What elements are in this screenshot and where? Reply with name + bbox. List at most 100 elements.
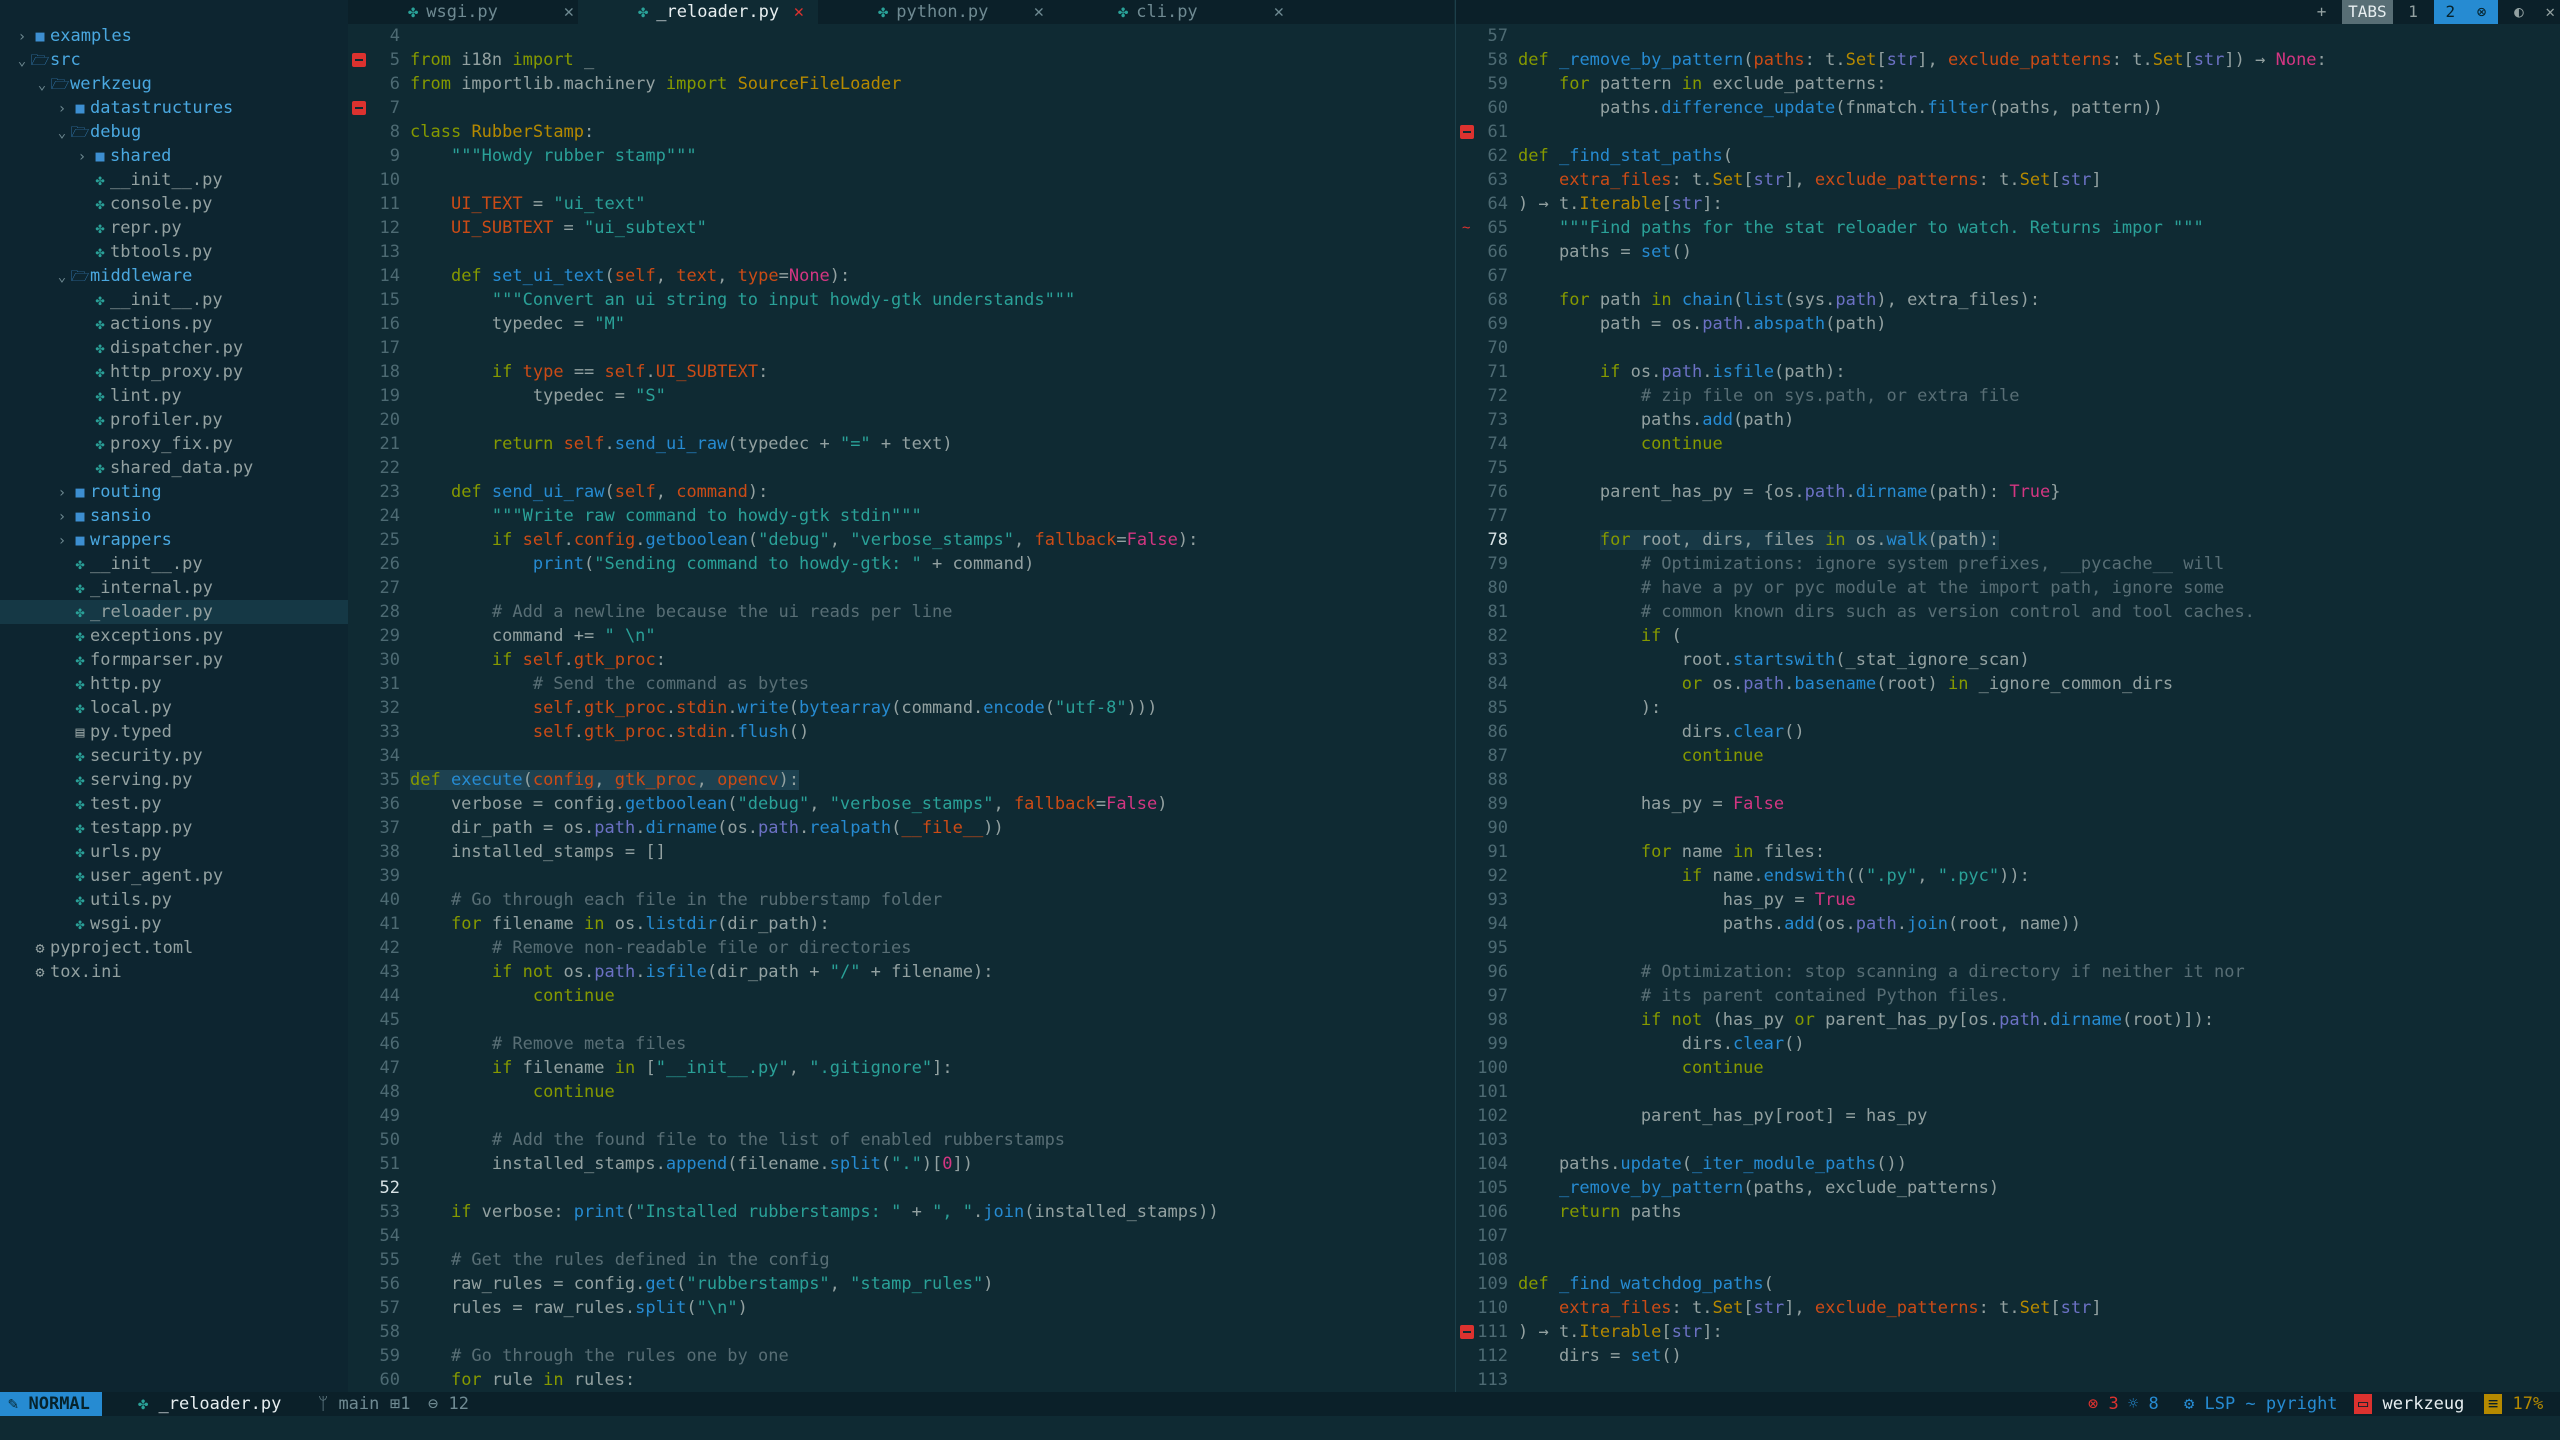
code-line[interactable]: 57 (1456, 24, 2560, 48)
code-line[interactable]: 55 # Get the rules defined in the config (348, 1248, 1454, 1272)
code-line[interactable]: 106 return paths (1456, 1200, 2560, 1224)
close-icon[interactable]: ✕ (2539, 0, 2560, 24)
code-line[interactable]: 71 if os.path.isfile(path): (1456, 360, 2560, 384)
code-line[interactable]: 72 # zip file on sys.path, or extra file (1456, 384, 2560, 408)
code-line[interactable]: 24 """Write raw command to howdy-gtk std… (348, 504, 1454, 528)
tab-python-py[interactable]: ✤ python.py ✕ (818, 0, 1058, 24)
code-line[interactable]: 82 if ( (1456, 624, 2560, 648)
code-line[interactable]: 40 # Go through each file in the rubbers… (348, 888, 1454, 912)
code-line[interactable]: 63 extra_files: t.Set[str], exclude_patt… (1456, 168, 2560, 192)
code-line[interactable]: 88 (1456, 768, 2560, 792)
tree-file[interactable]: ✤ shared_data.py (0, 456, 348, 480)
tree-file[interactable]: ✤ serving.py (0, 768, 348, 792)
tree-file[interactable]: ✤ profiler.py (0, 408, 348, 432)
tree-file[interactable]: ✤ testapp.py (0, 816, 348, 840)
tree-folder[interactable]: › ■ wrappers (0, 528, 348, 552)
code-line[interactable]: 85 ): (1456, 696, 2560, 720)
code-line[interactable]: 51 installed_stamps.append(filename.spli… (348, 1152, 1454, 1176)
code-line[interactable]: 38 installed_stamps = [] (348, 840, 1454, 864)
code-line[interactable]: 107 (1456, 1224, 2560, 1248)
tree-folder[interactable]: ⌄ 🗁src (0, 48, 348, 72)
tree-file[interactable]: ✤ exceptions.py (0, 624, 348, 648)
code-line[interactable]: 91 for name in files: (1456, 840, 2560, 864)
tree-file[interactable]: ⚙ pyproject.toml (0, 936, 348, 960)
code-line[interactable]: 52 (348, 1176, 1454, 1200)
code-line[interactable]: 22 (348, 456, 1454, 480)
tree-file[interactable]: ✤ tbtools.py (0, 240, 348, 264)
tab-number-2[interactable]: 2 ⊗ (2433, 0, 2499, 24)
code-line[interactable]: 60 for rule in rules: (348, 1368, 1454, 1392)
tree-folder[interactable]: ⌄ 🗁werkzeug (0, 72, 348, 96)
code-line[interactable]: 46 # Remove meta files (348, 1032, 1454, 1056)
code-line[interactable]: 35 def execute(config, gtk_proc, opencv): (348, 768, 1454, 792)
tree-file[interactable]: ✤ http.py (0, 672, 348, 696)
code-line[interactable]: 25 if self.config.getboolean("debug", "v… (348, 528, 1454, 552)
tab-reloader-py[interactable]: ✤ _reloader.py ✕ (578, 0, 818, 24)
code-line[interactable]: 90 (1456, 816, 2560, 840)
tree-folder[interactable]: › ■ routing (0, 480, 348, 504)
tree-file[interactable]: ✤ repr.py (0, 216, 348, 240)
code-line[interactable]: 105 _remove_by_pattern(paths, exclude_pa… (1456, 1176, 2560, 1200)
code-line[interactable]: 97 # its parent contained Python files. (1456, 984, 2560, 1008)
code-line[interactable]: 18 if type == self.UI_SUBTEXT: (348, 360, 1454, 384)
tree-folder[interactable]: › ■ sansio (0, 504, 348, 528)
code-line[interactable]: 30 if self.gtk_proc: (348, 648, 1454, 672)
code-line[interactable]: 37 dir_path = os.path.dirname(os.path.re… (348, 816, 1454, 840)
code-line[interactable]: 75 (1456, 456, 2560, 480)
code-line[interactable]: 102 parent_has_py[root] = has_py (1456, 1104, 2560, 1128)
code-line[interactable]: 79 # Optimizations: ignore system prefix… (1456, 552, 2560, 576)
code-line[interactable]: 5 from i18n import _ (348, 48, 1454, 72)
code-line[interactable]: 77 (1456, 504, 2560, 528)
code-line[interactable]: 7 (348, 96, 1454, 120)
code-line[interactable]: 20 (348, 408, 1454, 432)
code-line[interactable]: 59 # Go through the rules one by one (348, 1344, 1454, 1368)
code-line[interactable]: 99 dirs.clear() (1456, 1032, 2560, 1056)
code-line[interactable]: 67 (1456, 264, 2560, 288)
code-line[interactable]: 26 print("Sending command to howdy-gtk: … (348, 552, 1454, 576)
code-line[interactable]: 32 self.gtk_proc.stdin.write(bytearray(c… (348, 696, 1454, 720)
tree-file[interactable]: ✤ __init__.py (0, 168, 348, 192)
tree-file[interactable]: ✤ __init__.py (0, 288, 348, 312)
tree-folder[interactable]: › ■ shared (0, 144, 348, 168)
new-tab-button[interactable]: + (2311, 0, 2333, 24)
code-line[interactable]: 59 for pattern in exclude_patterns: (1456, 72, 2560, 96)
code-line[interactable]: 21 return self.send_ui_raw(typedec + "="… (348, 432, 1454, 456)
code-line[interactable]: 89 has_py = False (1456, 792, 2560, 816)
code-line[interactable]: 57 rules = raw_rules.split("\n") (348, 1296, 1454, 1320)
code-line[interactable]: 49 (348, 1104, 1454, 1128)
tree-file[interactable]: ✤ lint.py (0, 384, 348, 408)
toggle-icon[interactable]: ◐ (2508, 0, 2530, 24)
tree-file[interactable]: ✤ __init__.py (0, 552, 348, 576)
code-line[interactable]: 53 if verbose: print("Installed rubberst… (348, 1200, 1454, 1224)
tree-file[interactable]: ✤ _internal.py (0, 576, 348, 600)
code-line[interactable]: 34 (348, 744, 1454, 768)
code-line[interactable]: 6 from importlib.machinery import SourceF… (348, 72, 1454, 96)
code-line[interactable]: 15 """Convert an ui string to input howd… (348, 288, 1454, 312)
code-line[interactable]: 87 continue (1456, 744, 2560, 768)
code-line[interactable]: 39 (348, 864, 1454, 888)
code-line[interactable]: 96 # Optimization: stop scanning a direc… (1456, 960, 2560, 984)
code-line[interactable]: 103 (1456, 1128, 2560, 1152)
code-line[interactable]: 8 class RubberStamp: (348, 120, 1454, 144)
lsp-status[interactable]: ⚙ LSP ~ pyright (2184, 1392, 2338, 1416)
code-line[interactable]: 27 (348, 576, 1454, 600)
code-line[interactable]: 112 dirs = set() (1456, 1344, 2560, 1368)
code-line[interactable]: 109 def _find_watchdog_paths( (1456, 1272, 2560, 1296)
code-line[interactable]: 68 for path in chain(list(sys.path), ext… (1456, 288, 2560, 312)
code-line[interactable]: 58 (348, 1320, 1454, 1344)
code-line[interactable]: 108 (1456, 1248, 2560, 1272)
code-line[interactable]: 111) → t.Iterable[str]: (1456, 1320, 2560, 1344)
code-line[interactable]: 44 continue (348, 984, 1454, 1008)
code-line[interactable]: 10 (348, 168, 1454, 192)
code-line[interactable]: 9 """Howdy rubber stamp""" (348, 144, 1454, 168)
code-line[interactable]: 43 if not os.path.isfile(dir_path + "/" … (348, 960, 1454, 984)
code-line[interactable]: 83 root.startswith(_stat_ignore_scan) (1456, 648, 2560, 672)
tree-file[interactable]: ✤ dispatcher.py (0, 336, 348, 360)
code-line[interactable]: 12 UI_SUBTEXT = "ui_subtext" (348, 216, 1454, 240)
tree-file[interactable]: ✤ _reloader.py (0, 600, 348, 624)
code-line[interactable]: 47 if filename in ["__init__.py", ".giti… (348, 1056, 1454, 1080)
code-line[interactable]: 104 paths.update(_iter_module_paths()) (1456, 1152, 2560, 1176)
command-line[interactable] (0, 1416, 2560, 1440)
close-icon[interactable]: ⊗ (2471, 0, 2493, 24)
code-line[interactable]: 41 for filename in os.listdir(dir_path): (348, 912, 1454, 936)
